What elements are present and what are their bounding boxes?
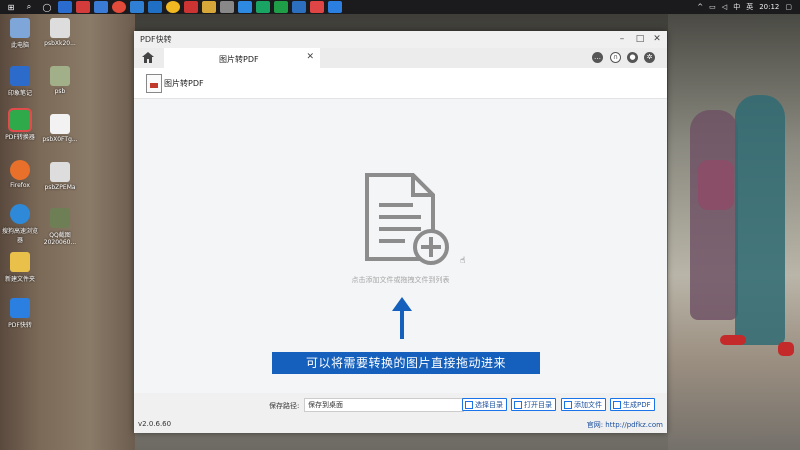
- desktop-icon[interactable]: psbZPEMa: [40, 162, 80, 191]
- desktop-icon[interactable]: psbX0FTg...: [40, 114, 80, 143]
- desktop-icon[interactable]: Firefox: [0, 160, 40, 189]
- bottom-toolbar: 保存路径: 保存到桌面 选择目录 打开目录 添加文件 生成PDF v2.0.6.…: [134, 393, 667, 433]
- desktop-icon[interactable]: 此电脑: [0, 18, 40, 49]
- app-icon[interactable]: [76, 1, 90, 13]
- page-title: 图片转PDF: [164, 79, 204, 88]
- maximize-icon[interactable]: □: [633, 33, 647, 45]
- arrow-up-icon: [392, 297, 412, 339]
- title-bar[interactable]: PDF快转 – □ ✕: [134, 31, 667, 48]
- document-icon: [613, 401, 621, 409]
- generate-pdf-button[interactable]: 生成PDF: [610, 398, 655, 411]
- app-icon[interactable]: [238, 1, 252, 13]
- add-file-button[interactable]: 添加文件: [561, 398, 606, 411]
- notification-icon[interactable]: ▢: [785, 3, 792, 11]
- app-icon[interactable]: [94, 1, 108, 13]
- app-title: PDF快转: [140, 35, 172, 44]
- instruction-caption: 可以将需要转换的图片直接拖动进来: [272, 352, 540, 374]
- open-directory-button[interactable]: 打开目录: [511, 398, 556, 411]
- edge-icon[interactable]: [130, 1, 144, 13]
- desktop-icon[interactable]: PDF转换器: [0, 108, 40, 141]
- folder-icon[interactable]: [202, 1, 216, 13]
- version-label: v2.0.6.60: [138, 420, 172, 428]
- tool-header: 图片转PDF: [134, 68, 667, 99]
- app-icon[interactable]: [148, 1, 162, 13]
- tab-close-icon[interactable]: ✕: [306, 52, 314, 62]
- desktop-icon[interactable]: psb: [40, 66, 80, 95]
- chevron-up-icon[interactable]: ^: [697, 3, 703, 11]
- wallpaper-shoe: [778, 342, 794, 356]
- wechat-icon[interactable]: [256, 1, 270, 13]
- clock[interactable]: 20:12: [759, 3, 779, 11]
- wallpaper-shoe: [720, 335, 746, 345]
- drop-hint-text: 点击添加文件或拖拽文件到列表: [351, 276, 450, 284]
- tab-label: 图片转PDF: [219, 55, 259, 64]
- desktop-icon[interactable]: psbXk20...: [40, 18, 80, 47]
- tab-bar: 图片转PDF ✕ … ∩ ● ✲: [134, 48, 667, 70]
- language-indicator[interactable]: 英: [746, 2, 753, 12]
- file-drop-zone[interactable]: ☝ 点击添加文件或拖拽文件到列表 可以将需要转换的图片直接拖动进来: [134, 99, 667, 387]
- choose-directory-button[interactable]: 选择目录: [462, 398, 507, 411]
- wallpaper-person: [735, 95, 785, 345]
- taskbar: ⊞ ⌕ ◯ ^ ▭ ◁ 中 英 20:12 ▢: [0, 0, 800, 14]
- close-icon[interactable]: ✕: [650, 33, 664, 45]
- app-icon[interactable]: [310, 1, 324, 13]
- folder-icon: [514, 401, 522, 409]
- chrome-icon[interactable]: [166, 1, 180, 13]
- app-icon[interactable]: [292, 1, 306, 13]
- save-path-label: 保存路径:: [269, 402, 300, 410]
- desktop-icon[interactable]: 新建文件夹: [0, 252, 40, 283]
- tab-image-to-pdf[interactable]: 图片转PDF ✕: [164, 48, 320, 70]
- desktop-icon[interactable]: 搜狗高速浏览器: [0, 204, 40, 244]
- plus-icon: [564, 401, 572, 409]
- gear-icon[interactable]: ✲: [644, 52, 655, 63]
- desktop-icon[interactable]: PDF快转: [0, 298, 40, 329]
- minimize-icon[interactable]: –: [615, 33, 629, 45]
- network-icon[interactable]: ▭: [709, 3, 716, 11]
- home-icon[interactable]: [141, 51, 155, 64]
- task-view-icon[interactable]: ◯: [40, 1, 54, 13]
- volume-icon[interactable]: ◁: [722, 3, 727, 11]
- desktop-icon[interactable]: QQ截图 2020060...: [40, 208, 80, 246]
- excel-icon[interactable]: [274, 1, 288, 13]
- chat-icon[interactable]: …: [592, 52, 603, 63]
- app-icon[interactable]: [112, 1, 126, 13]
- system-tray: ^ ▭ ◁ 中 英 20:12 ▢: [697, 0, 792, 14]
- save-path-field[interactable]: 保存到桌面: [304, 398, 464, 412]
- website-link[interactable]: 官网: http://pdfkz.com: [587, 420, 663, 430]
- add-document-icon[interactable]: [363, 171, 453, 267]
- app-icon[interactable]: [220, 1, 234, 13]
- wallpaper-bag: [698, 160, 734, 210]
- wallpaper-person: [690, 110, 738, 320]
- save-icon: [465, 401, 473, 409]
- app-icon[interactable]: [184, 1, 198, 13]
- headset-icon[interactable]: ∩: [610, 52, 621, 63]
- input-method-indicator[interactable]: 中: [733, 2, 740, 12]
- pdf-kz-taskbar-icon[interactable]: [328, 1, 342, 13]
- desktop-icon[interactable]: 印象笔记: [0, 66, 40, 97]
- start-icon[interactable]: ⊞: [4, 1, 18, 13]
- user-icon[interactable]: ●: [627, 52, 638, 63]
- search-icon[interactable]: ⌕: [22, 1, 36, 13]
- pdf-kz-window: PDF快转 – □ ✕ 图片转PDF ✕ … ∩ ● ✲ 图片转PDF ☝ 点击…: [134, 31, 667, 433]
- app-icon[interactable]: [58, 1, 72, 13]
- pdf-file-icon: [146, 74, 162, 93]
- mouse-cursor-icon: ☝: [460, 256, 466, 266]
